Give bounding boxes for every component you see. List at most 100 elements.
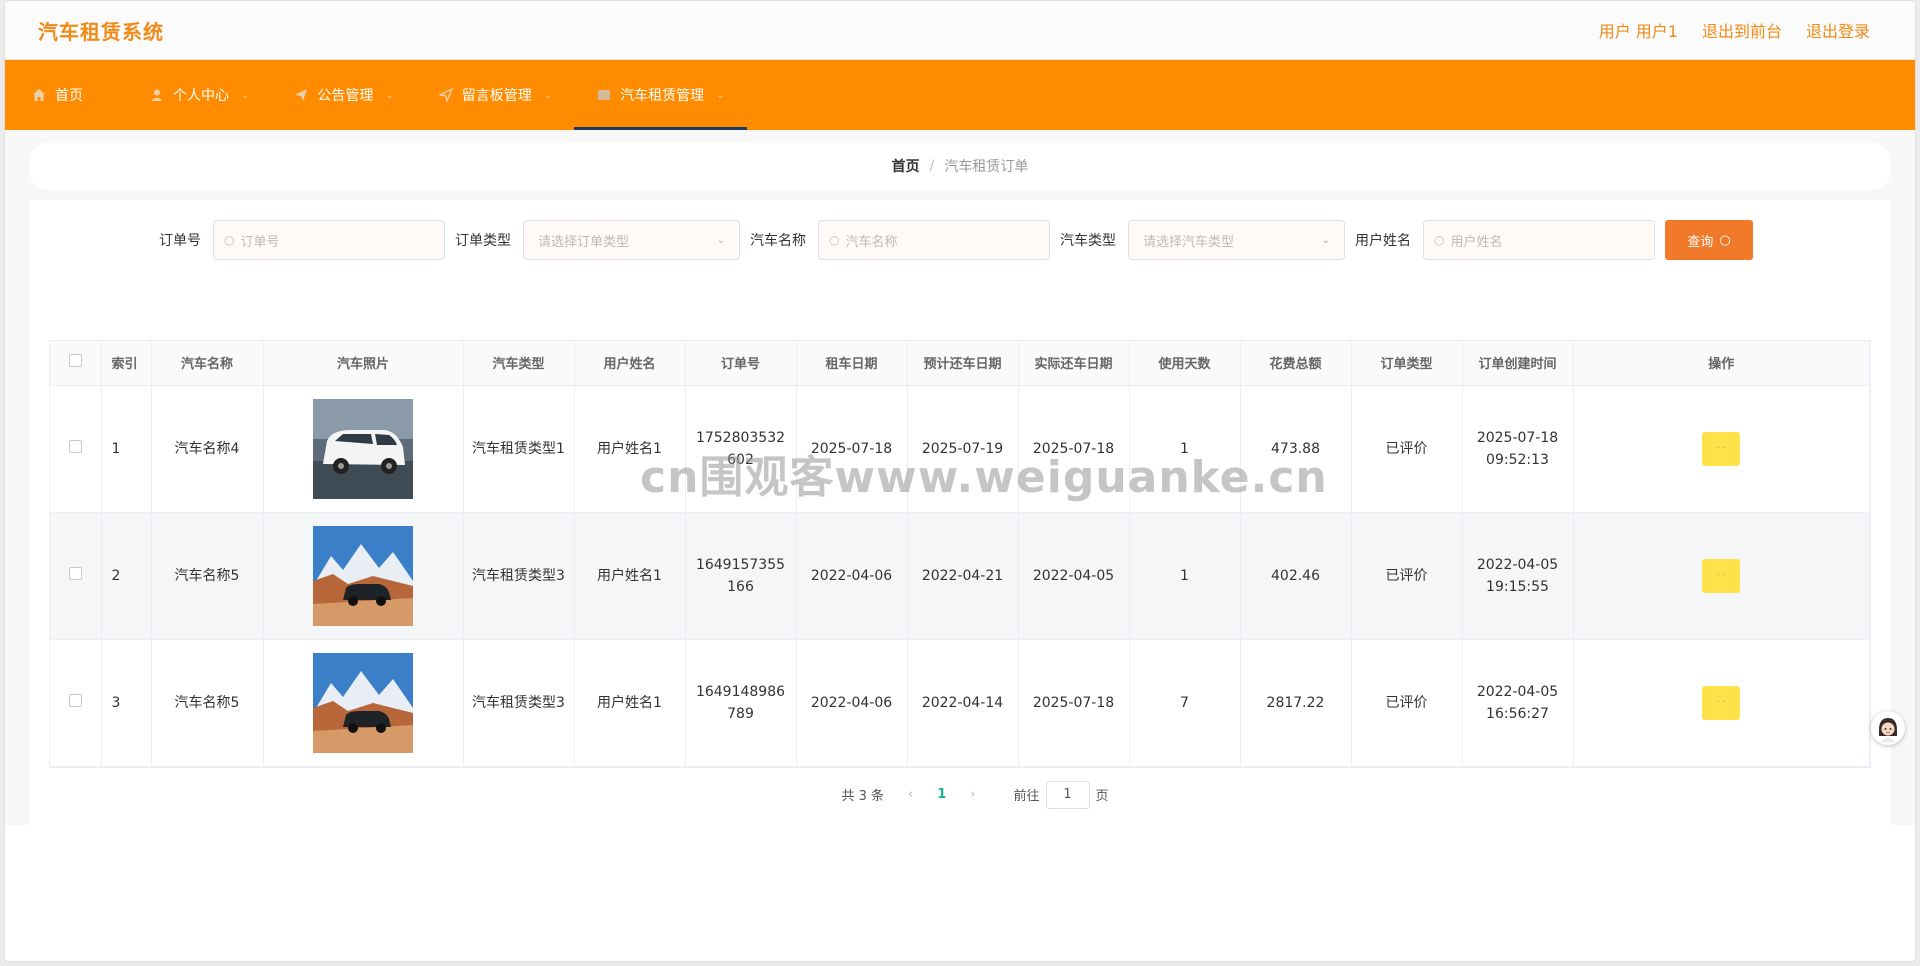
row-checkbox[interactable] [68, 439, 82, 453]
breadcrumb: 首页 / 汽车租赁订单 [29, 142, 1891, 190]
chevron-down-icon: ⌄ [543, 89, 553, 101]
cell-created: 2022-04-05 16:56:27 [1462, 639, 1574, 767]
order-panel: 订单号 ○ 订单号 订单类型 请选择订单类型 ⌄ 汽车名称 ○ 汽车名称 汽车类… [29, 200, 1891, 825]
search-icon: ○ [224, 233, 235, 247]
page-suffix: 页 [1095, 789, 1109, 804]
search-icon: ○ [1434, 233, 1445, 247]
cell-total: 2817.22 [1240, 639, 1352, 767]
chevron-down-icon: ⌄ [385, 89, 394, 101]
cell-car-type: 汽车租赁类型3 [463, 512, 575, 640]
chevron-down-icon: ⌄ [241, 89, 250, 101]
cell-car-photo [263, 512, 464, 640]
search-icon: ○ [1719, 232, 1731, 248]
back-to-front-link[interactable]: 退出到前台 [1702, 18, 1782, 42]
orders-table: 索引 汽车名称 汽车照片 汽车类型 用户姓名 订单号 租车日期 预计还车日期 实… [49, 340, 1871, 768]
cell-order-no: 1649148986789 [685, 639, 797, 767]
send-icon [293, 87, 309, 103]
main-nav: 首页 个人中心 ⌄ 公告管理 ⌄ 留言板管理 ⌄ 汽车租赁管理 ⌄ [5, 60, 1915, 130]
cell-index: 1 [101, 385, 152, 513]
cell-actual-return: 2022-04-05 [1018, 512, 1130, 640]
col-header: 使用天数 [1129, 341, 1241, 386]
user-icon [149, 87, 165, 103]
goto-page-input[interactable]: 1 [1045, 780, 1090, 809]
query-button[interactable]: 查询 ○ [1665, 220, 1753, 260]
car-name-label: 汽车名称 [750, 233, 806, 249]
nav-item-home[interactable]: 首页 [25, 60, 101, 130]
car-photo-van[interactable] [313, 398, 413, 499]
next-page-button[interactable]: › [960, 787, 985, 802]
row-checkbox[interactable] [68, 566, 82, 580]
col-header: 操作 [1573, 341, 1870, 386]
select-all-checkbox[interactable] [68, 354, 82, 368]
row-action-button[interactable]: · · [1702, 558, 1741, 593]
order-no-label: 订单号 [159, 233, 201, 249]
avatar-icon [1874, 714, 1902, 742]
cell-order-type: 已评价 [1351, 512, 1463, 640]
col-header: 汽车类型 [463, 341, 575, 386]
nav-item-car-rental[interactable]: 汽车租赁管理 ⌄ [574, 60, 747, 130]
cell-car-photo [263, 639, 464, 767]
cell-rent-date: 2022-04-06 [796, 639, 908, 767]
table-row: 1 汽车名称4 汽车租赁类型1 用户姓名1 1752803532602 2025… [50, 385, 1870, 513]
col-header: 订单号 [685, 341, 797, 386]
nav-item-label: 留言板管理 [461, 88, 532, 104]
col-header: 租车日期 [796, 341, 908, 386]
table-row: 2 汽车名称5 汽车租赁类型3 用户姓名1 1649157355166 2022… [50, 512, 1870, 640]
cell-user-name: 用户姓名1 [574, 639, 686, 767]
user-name-label: 用户姓名 [1355, 233, 1411, 249]
cell-user-name: 用户姓名1 [574, 385, 686, 513]
car-type-label: 汽车类型 [1060, 233, 1116, 249]
home-icon [31, 87, 47, 103]
order-type-select[interactable]: 请选择订单类型 ⌄ [523, 220, 740, 260]
page-number[interactable]: 1 [937, 787, 946, 802]
car-type-select[interactable]: 请选择汽车类型 ⌄ [1128, 220, 1345, 260]
col-header: 花费总额 [1240, 341, 1352, 386]
user-link[interactable]: 用户 用户1 [1599, 18, 1678, 42]
header-links: 用户 用户1 退出到前台 退出登录 [1599, 18, 1870, 42]
car-photo-suv[interactable] [313, 525, 413, 626]
col-header: 索引 [101, 341, 152, 386]
col-header: 用户姓名 [574, 341, 686, 386]
chevron-down-icon: ⌄ [716, 234, 725, 246]
user-name-input[interactable]: ○ 用户姓名 [1423, 220, 1655, 260]
cell-rent-date: 2022-04-06 [796, 512, 908, 640]
cell-car-name: 汽车名称5 [151, 512, 264, 640]
cell-total: 402.46 [1240, 512, 1352, 640]
row-action-button[interactable]: · · [1702, 431, 1741, 466]
logout-link[interactable]: 退出登录 [1806, 18, 1870, 42]
cell-actual-return: 2025-07-18 [1018, 385, 1130, 513]
order-no-input[interactable]: ○ 订单号 [213, 220, 445, 260]
select-all-header[interactable] [50, 341, 102, 386]
cell-days: 7 [1129, 639, 1241, 767]
nav-item-personal-center[interactable]: 个人中心 ⌄ [127, 60, 271, 130]
cell-expected-return: 2022-04-14 [907, 639, 1019, 767]
nav-item-announcements[interactable]: 公告管理 ⌄ [271, 60, 415, 130]
cell-index: 2 [101, 512, 152, 640]
cell-rent-date: 2025-07-18 [796, 385, 908, 513]
nav-item-message-board[interactable]: 留言板管理 ⌄ [416, 60, 574, 130]
assistant-avatar[interactable] [1871, 711, 1905, 745]
col-header: 汽车照片 [263, 341, 464, 386]
breadcrumb-home[interactable]: 首页 [892, 156, 920, 176]
car-name-input[interactable]: ○ 汽车名称 [818, 220, 1050, 260]
cell-car-name: 汽车名称5 [151, 639, 264, 767]
row-checkbox[interactable] [68, 693, 82, 707]
prev-page-button[interactable]: ‹ [898, 787, 923, 802]
goto-label: 前往 [1013, 789, 1040, 804]
chevron-down-icon: ⌄ [1321, 234, 1330, 246]
pagination: 共 3 条 ‹ 1 › 前往 1 页 [49, 780, 1871, 810]
col-header: 汽车名称 [151, 341, 264, 386]
breadcrumb-separator: / [929, 158, 935, 174]
cell-car-type: 汽车租赁类型1 [463, 385, 575, 513]
cell-order-type: 已评价 [1351, 639, 1463, 767]
table-header-row: 索引 汽车名称 汽车照片 汽车类型 用户姓名 订单号 租车日期 预计还车日期 实… [50, 341, 1870, 386]
nav-item-label: 公告管理 [317, 88, 374, 104]
cell-total: 473.88 [1240, 385, 1352, 513]
car-photo-suv[interactable] [313, 652, 413, 753]
col-header: 订单创建时间 [1462, 341, 1574, 386]
cell-car-type: 汽车租赁类型3 [463, 639, 575, 767]
cell-expected-return: 2025-07-19 [907, 385, 1019, 513]
cell-index: 3 [101, 639, 152, 767]
cell-order-no: 1752803532602 [685, 385, 797, 513]
row-action-button[interactable]: · · [1702, 685, 1741, 720]
